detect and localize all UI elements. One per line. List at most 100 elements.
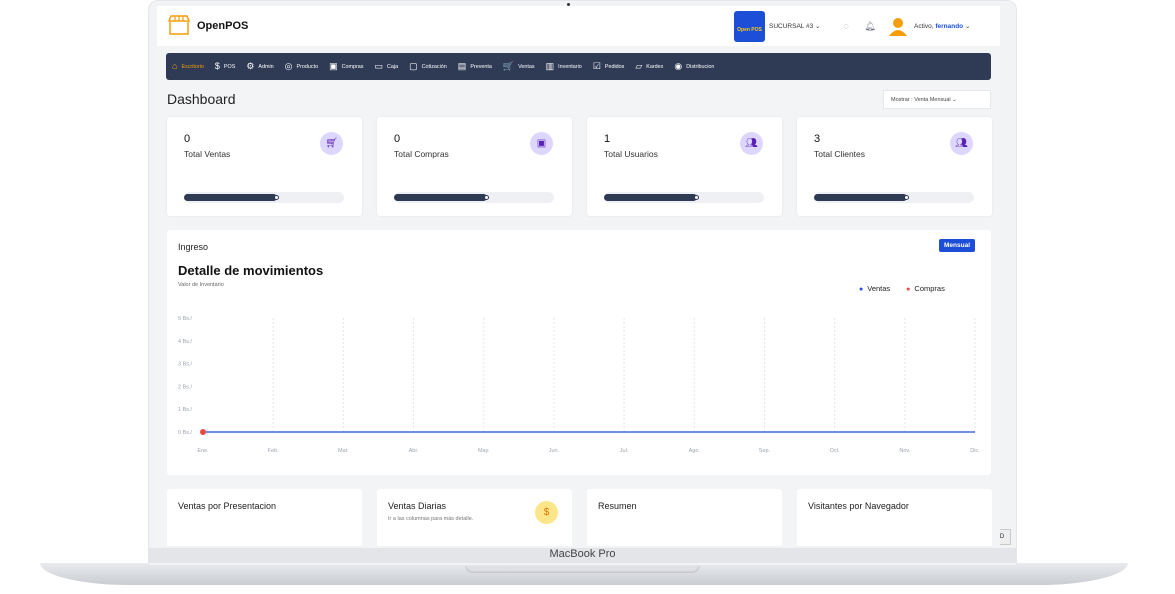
page-title: Dashboard — [167, 91, 236, 107]
card-title: Visitantes por Navegador — [808, 501, 909, 511]
nav-icon: 🛒 — [502, 61, 515, 71]
chevron-down-icon: ⌄ — [952, 97, 957, 103]
nav-item-preventa[interactable]: ▤ Preventa — [458, 62, 492, 71]
nav-item-label: Admin — [258, 63, 274, 70]
x-tick-label: Nov. — [899, 448, 910, 454]
progress-track — [184, 192, 344, 203]
nav-item-label: Preventa — [470, 63, 492, 70]
nav-item-label: Compras — [341, 63, 364, 70]
x-tick-label: Mar. — [338, 448, 349, 454]
x-tick-label: Feb. — [268, 448, 279, 454]
nav-item-label: Inventario — [558, 63, 582, 70]
progress-knob — [273, 195, 279, 200]
nav-icon: ◉ — [674, 61, 683, 71]
y-tick-label: 5 Bs./ — [178, 316, 193, 322]
y-tick-label: 0 Bs./ — [178, 430, 193, 436]
nav-item-admin[interactable]: ⚙ Admin — [246, 62, 273, 71]
stat-card: 1 Total Usuarios 👥︎ — [587, 117, 782, 216]
chart-section-label: Ingreso — [178, 242, 209, 252]
screen: OpenPOS Open POS SUCURSAL #3 ⌄ ◌ 🔔︎ Acti… — [157, 6, 1000, 546]
nav-item-label: Pedidos — [604, 63, 625, 70]
users-icon: 👥︎ — [740, 132, 763, 155]
cart-icon: 🛒︎ — [320, 132, 343, 155]
user-menu[interactable]: Activo, fernando ⌄ — [914, 22, 970, 30]
chart-card: Ingreso Mensual Detalle de movimientos V… — [167, 230, 991, 475]
nav-icon: ▭ — [374, 61, 384, 71]
line-chart: Ene. Feb. Mar. Abr. May. Jun. Jul. Ago. Sep. Oct.… — [178, 316, 980, 454]
progress-fill — [394, 194, 489, 201]
nav-item-pedidos[interactable]: ☑ Pedidos — [593, 62, 625, 71]
nav-item-inventario[interactable]: ▥ Inventario — [546, 62, 582, 71]
card-subtitle: Ir a las columnas para más detalle. — [388, 516, 474, 522]
nav-item-label: Ventas — [518, 63, 535, 70]
bell-icon[interactable]: 🔔︎ — [864, 20, 876, 32]
bag-icon: ▣ — [530, 132, 553, 155]
topbar: OpenPOS Open POS SUCURSAL #3 ⌄ ◌ 🔔︎ Acti… — [157, 6, 1000, 46]
branch-label: SUCURSAL #3 — [769, 23, 814, 30]
chart-subtitle: Valor de Inventario — [178, 282, 224, 288]
x-tick-label: Oct. — [830, 448, 841, 454]
store-logo[interactable]: Open POS — [734, 11, 765, 42]
avatar[interactable] — [888, 16, 908, 36]
nav-item-ventas[interactable]: 🛒 Ventas — [503, 62, 535, 71]
device-label: MacBook Pro — [149, 548, 1016, 563]
stat-value: 3 — [814, 133, 821, 145]
x-tick-label: Sep. — [759, 448, 771, 454]
nav-item-label: POS — [223, 63, 236, 70]
y-tick-label: 3 Bs./ — [178, 362, 193, 368]
stat-value: 0 — [184, 133, 191, 145]
y-tick-label: 4 Bs./ — [178, 339, 193, 345]
nav-item-label: Cotización — [421, 63, 447, 70]
nav-item-kardex[interactable]: ▱ Kardex — [635, 62, 663, 71]
x-tick-label: May. — [478, 448, 490, 454]
stat-label: Total Compras — [394, 149, 449, 159]
legend-compras[interactable]: Compras — [906, 284, 944, 293]
chart-title: Detalle de movimientos — [178, 263, 324, 278]
progress-knob — [903, 195, 909, 200]
nav-item-compras[interactable]: ▣ Compras — [329, 62, 363, 71]
progress-track — [604, 192, 764, 203]
nav-item-caja[interactable]: ▭ Caja — [375, 62, 399, 71]
bottom-card: Resumen — [587, 489, 782, 546]
bottom-card: Ventas Diarias Ir a las columnas para más… — [377, 489, 572, 546]
period-button[interactable]: Mensual — [939, 239, 976, 252]
nav-icon: ⌂ — [172, 61, 178, 71]
stat-value: 1 — [604, 133, 611, 145]
stat-label: Total Ventas — [184, 149, 231, 159]
nav-icon: ▢ — [409, 61, 418, 71]
nav-icon: ☑ — [592, 61, 601, 71]
progress-fill — [184, 194, 279, 201]
x-tick-label: Dic. — [970, 448, 980, 454]
x-tick-label: Abr. — [409, 448, 419, 454]
nav-item-escritorio[interactable]: ⌂ Escritorio — [172, 62, 204, 71]
chat-icon[interactable]: ◌ — [840, 20, 852, 32]
username: fernando — [935, 23, 964, 30]
stat-card: 0 Total Ventas 🛒︎ — [167, 117, 362, 216]
nav-item-distribucion[interactable]: ◉ Distribucion — [674, 62, 714, 71]
show-select-value: Mostrar : Venta Mensual — [891, 97, 951, 103]
progress-fill — [814, 194, 909, 201]
stat-label: Total Usuarios — [604, 149, 658, 159]
bottom-card: Ventas por Presentacion — [167, 489, 362, 546]
dollar-icon: $ — [535, 501, 558, 524]
nav-item-cotizacin[interactable]: ▢ Cotización — [409, 62, 447, 71]
nav-icon: ▥ — [545, 61, 555, 71]
nav-icon: ▱ — [635, 61, 643, 71]
stat-card: 3 Total Clientes 👥︎ — [797, 117, 992, 216]
data-point-compras[interactable] — [200, 429, 206, 435]
app-name[interactable]: OpenPOS — [197, 20, 248, 32]
nav-item-pos[interactable]: $ POS — [215, 62, 235, 71]
nav-icon: ▤ — [457, 61, 467, 71]
x-tick-label: Ago. — [689, 448, 701, 454]
card-title: Resumen — [598, 501, 637, 511]
progress-knob — [483, 195, 489, 200]
branch-selector[interactable]: SUCURSAL #3 ⌄ — [769, 22, 820, 30]
nav-item-producto[interactable]: ◎ Producto — [285, 62, 318, 71]
users-icon: 👥︎ — [950, 132, 973, 155]
nav-item-label: Kardex — [646, 63, 664, 70]
show-select[interactable]: Mostrar : Venta Mensual ⌄ — [883, 90, 991, 109]
nav-icon: ⚙ — [246, 61, 255, 71]
legend-ventas[interactable]: Ventas — [859, 284, 890, 293]
stat-card: 0 Total Compras ▣ — [377, 117, 572, 216]
nav-icon: ▣ — [329, 61, 338, 71]
